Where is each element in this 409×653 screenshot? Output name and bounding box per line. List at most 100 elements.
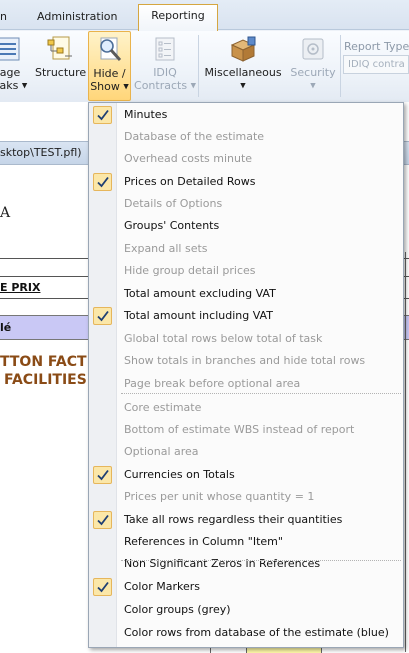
- magnifier-icon: [99, 37, 121, 62]
- ribbon-separator: [340, 35, 341, 97]
- menu-item-label: Database of the estimate: [124, 130, 265, 143]
- miscellaneous-label: Miscellaneous: [204, 66, 282, 79]
- idiq-label-1: IDIQ: [153, 66, 177, 79]
- security-label: Security: [290, 66, 336, 79]
- structure-label: Structure: [35, 66, 87, 79]
- table-rule: [405, 252, 406, 652]
- menu-item: Global total rows below total of task: [89, 328, 403, 350]
- ribbon-separator: [198, 35, 199, 97]
- structure-icon: [47, 36, 72, 60]
- menu-item: Show totals in branches and hide total r…: [89, 350, 403, 372]
- menu-item: Expand all sets: [89, 238, 403, 260]
- menu-item: Details of Options: [89, 193, 403, 215]
- menu-item-label: Minutes: [124, 108, 168, 121]
- menu-separator: [121, 560, 401, 561]
- menu-item-label: Page break before optional area: [124, 377, 301, 390]
- menu-item[interactable]: Total amount including VAT: [89, 305, 403, 327]
- checkmark-icon: [93, 106, 112, 124]
- band-text: lé: [0, 321, 12, 334]
- tab-reporting[interactable]: Reporting: [138, 4, 218, 31]
- page-breaks-button[interactable]: age eaks ▼: [0, 31, 30, 101]
- dropdown-caret-icon: ▼: [240, 81, 246, 90]
- dropdown-caret-icon: ▼: [310, 81, 316, 90]
- menu-item: Optional area: [89, 441, 403, 463]
- page-breaks-label-1: age: [0, 66, 21, 79]
- menu-item: Hide group detail prices: [89, 260, 403, 282]
- menu-item-label: Color Markers: [124, 580, 200, 593]
- menu-item: Prices per unit whose quantity = 1: [89, 486, 403, 508]
- security-caret: ▼: [287, 79, 339, 93]
- ribbon-tabstrip: n Administration Reporting: [0, 0, 409, 31]
- idiq-contracts-button[interactable]: IDIQ Contracts ▼: [134, 31, 196, 101]
- menu-item-label: Expand all sets: [124, 242, 208, 255]
- menu-item: Page break before optional area: [89, 373, 403, 395]
- menu-item[interactable]: Total amount excluding VAT: [89, 283, 403, 305]
- menu-item[interactable]: Currencies on Totals: [89, 464, 403, 486]
- menu-item-label: Core estimate: [124, 401, 202, 414]
- menu-item[interactable]: Non Significant Zeros in References: [89, 553, 403, 575]
- menu-item-label: Hide group detail prices: [124, 264, 256, 277]
- menu-item: Database of the estimate: [89, 126, 403, 148]
- dropdown-caret-icon: ▼: [21, 81, 28, 90]
- checkmark-icon: [93, 307, 112, 325]
- document-heading: TTON FACT FACILITIES: [0, 353, 87, 389]
- checkmark-icon: [93, 466, 112, 484]
- menu-item[interactable]: Color rows from database of the estimate…: [89, 622, 403, 644]
- menu-item-label: Total amount excluding VAT: [124, 287, 276, 300]
- checkmark-icon: [93, 173, 112, 191]
- ribbon: n Administration Reporting age eaks ▼: [0, 0, 409, 102]
- report-type-input[interactable]: IDIQ contra: [343, 55, 409, 74]
- menu-separator: [121, 393, 401, 394]
- report-type-label: Report Type: [344, 40, 409, 53]
- dropdown-caret-icon: ▼: [123, 82, 129, 91]
- menu-item: Bottom of estimate WBS instead of report: [89, 419, 403, 441]
- hide-show-label-1: Hide /: [93, 67, 126, 80]
- checkmark-icon: [93, 511, 112, 529]
- menu-item[interactable]: Minutes: [89, 104, 403, 126]
- menu-item-label: Take all rows regardless their quantitie…: [124, 513, 343, 526]
- menu-item-label: Overhead costs minute: [124, 152, 253, 165]
- ribbon-body: age eaks ▼ Structure Hide / Show ▼: [0, 31, 409, 102]
- document-heading-line-1: TTON FACT: [0, 354, 87, 370]
- structure-button[interactable]: Structure: [35, 31, 87, 101]
- security-button[interactable]: Security ▼: [287, 31, 339, 101]
- dropdown-caret-icon: ▼: [190, 81, 196, 90]
- menu-item-label: Groups' Contents: [124, 219, 220, 232]
- hide-show-button[interactable]: Hide / Show ▼: [88, 31, 131, 101]
- menu-item-label: Bottom of estimate WBS instead of report: [124, 423, 355, 436]
- menu-item-label: Global total rows below total of task: [124, 332, 323, 345]
- menu-item[interactable]: Color groups (grey): [89, 599, 403, 621]
- idiq-label-2: Contracts ▼: [134, 79, 196, 92]
- menu-item-label: Show totals in branches and hide total r…: [124, 354, 366, 367]
- document-heading-line-2: FACILITIES: [4, 372, 87, 388]
- menu-item[interactable]: Groups' Contents: [89, 215, 403, 237]
- menu-item[interactable]: Take all rows regardless their quantitie…: [89, 509, 403, 531]
- checklist-icon: [155, 37, 175, 61]
- menu-item-label: Prices per unit whose quantity = 1: [124, 490, 315, 503]
- menu-item: Core estimate: [89, 397, 403, 419]
- hide-show-label-2: Show ▼: [90, 80, 129, 93]
- tab-administration[interactable]: Administration: [37, 6, 118, 30]
- tab-partial[interactable]: n: [0, 6, 7, 30]
- menu-item-label: Non Significant Zeros in References: [124, 557, 321, 570]
- menu-item-label: Total amount including VAT: [124, 309, 273, 322]
- menu-item[interactable]: References in Column "Item": [89, 531, 403, 553]
- menu-item[interactable]: Prices on Detailed Rows: [89, 171, 403, 193]
- checkmark-icon: [93, 578, 112, 596]
- menu-item-label: Color groups (grey): [124, 603, 231, 616]
- safe-icon: [302, 38, 324, 60]
- menu-item-label: Prices on Detailed Rows: [124, 175, 256, 188]
- hide-show-menu: Minutes Database of the estimate Overhead …: [88, 102, 404, 648]
- document-path: sktop\TEST.pfl): [0, 146, 82, 159]
- menu-item[interactable]: Color Markers: [89, 576, 403, 598]
- package-icon: [230, 36, 256, 62]
- menu-item-label: Optional area: [124, 445, 199, 458]
- menu-item-label: References in Column "Item": [124, 535, 283, 548]
- menu-item-label: Color rows from database of the estimate…: [124, 626, 389, 639]
- column-heading-prix: E PRIX: [0, 281, 41, 294]
- miscellaneous-caret: ▼: [201, 79, 285, 93]
- menu-item: Overhead costs minute: [89, 148, 403, 170]
- miscellaneous-button[interactable]: Miscellaneous ▼: [201, 31, 285, 101]
- document-letter: A: [0, 205, 11, 221]
- page-breaks-icon: [0, 37, 20, 61]
